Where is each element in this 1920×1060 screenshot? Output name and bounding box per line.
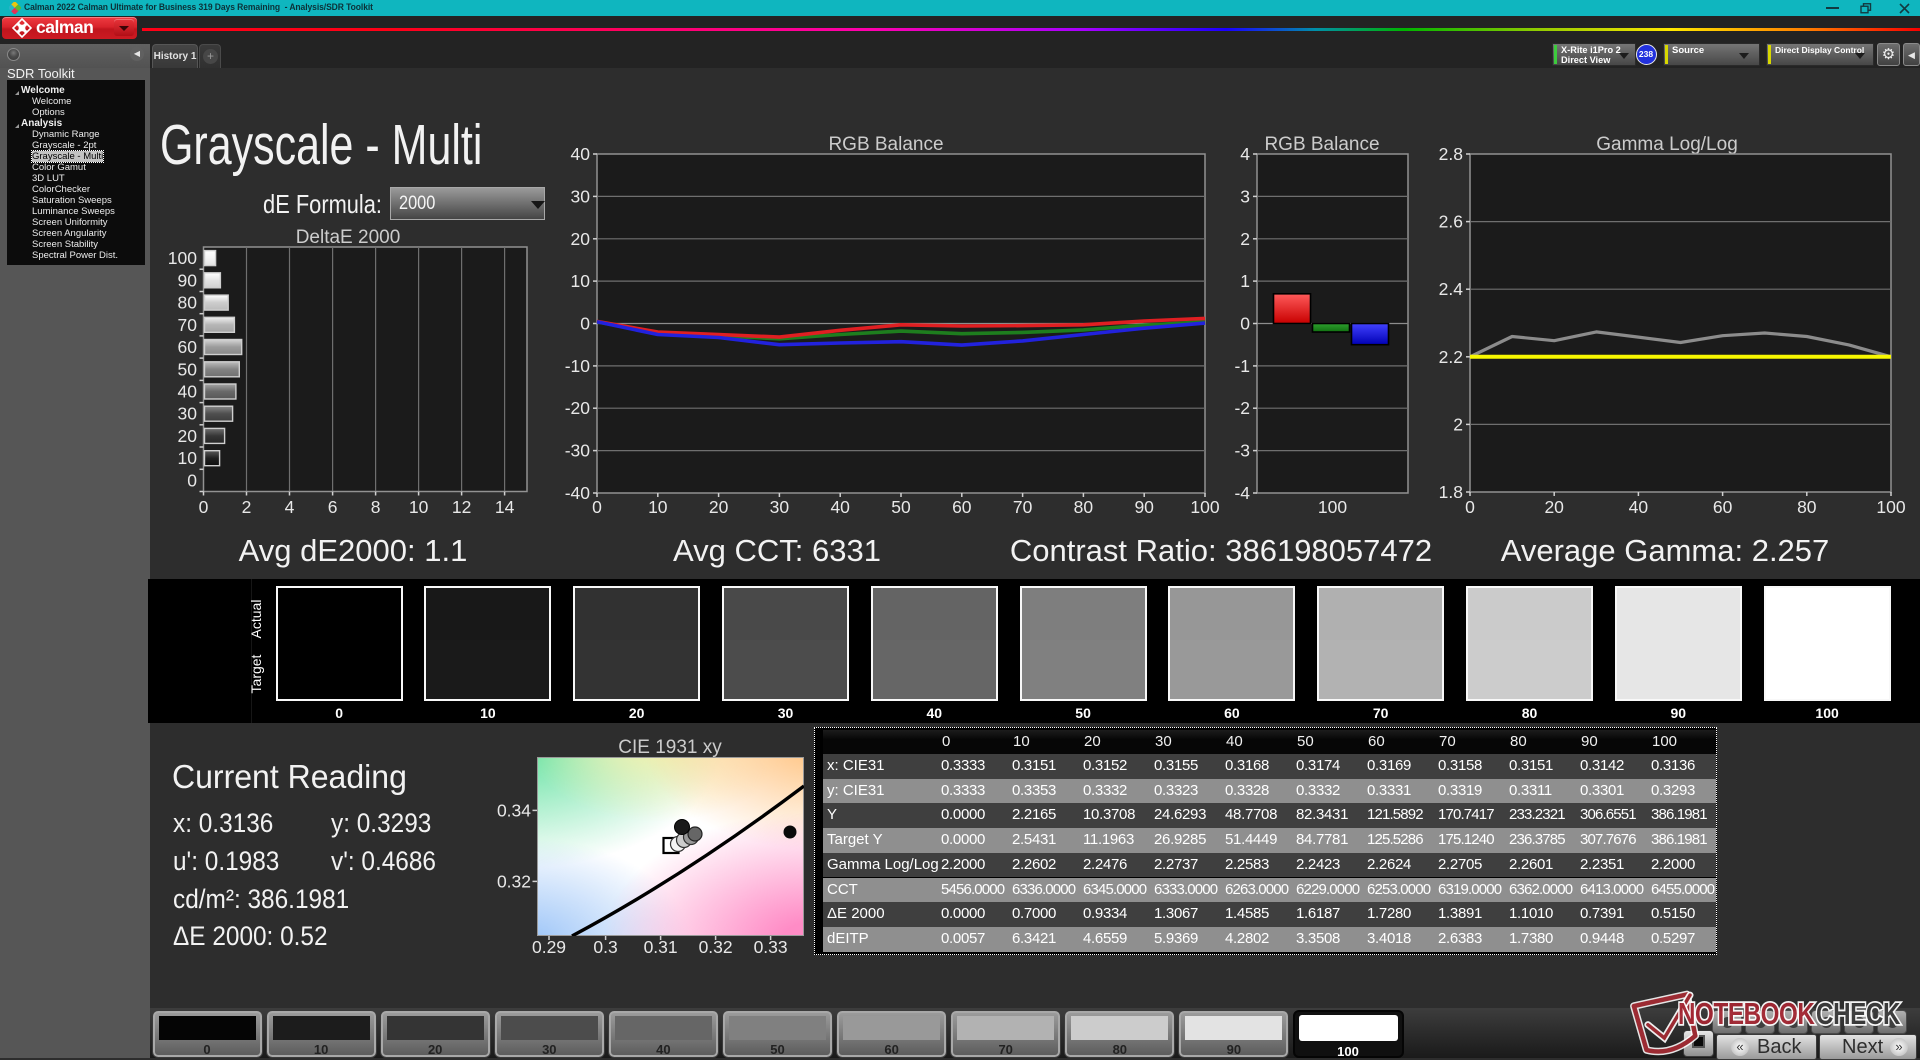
svg-text:20: 20 <box>178 426 198 446</box>
svg-text:40: 40 <box>178 381 198 401</box>
svg-text:12: 12 <box>452 497 471 517</box>
svg-text:10: 10 <box>648 497 668 517</box>
svg-text:0.34: 0.34 <box>497 800 531 820</box>
svg-text:70: 70 <box>1013 497 1033 517</box>
svg-text:50: 50 <box>891 497 911 517</box>
svg-text:30: 30 <box>770 497 790 517</box>
svg-text:CHECK: CHECK <box>1816 996 1900 1031</box>
svg-text:80: 80 <box>1074 497 1094 517</box>
svg-text:DeltaE 2000: DeltaE 2000 <box>296 227 401 248</box>
svg-text:2: 2 <box>1240 229 1250 249</box>
svg-text:2.8: 2.8 <box>1439 144 1463 164</box>
svg-text:0: 0 <box>199 497 209 517</box>
svg-text:RGB Balance: RGB Balance <box>828 134 943 155</box>
svg-text:100: 100 <box>1876 497 1905 517</box>
svg-text:20: 20 <box>1544 497 1564 517</box>
svg-text:30: 30 <box>571 186 591 206</box>
svg-text:10: 10 <box>178 448 198 468</box>
svg-text:2: 2 <box>1453 414 1463 434</box>
svg-text:-1: -1 <box>1234 356 1250 376</box>
svg-text:80: 80 <box>178 293 198 313</box>
svg-text:NOTEBOOK: NOTEBOOK <box>1678 996 1815 1031</box>
svg-text:60: 60 <box>178 337 198 357</box>
svg-text:-3: -3 <box>1234 441 1250 461</box>
svg-text:30: 30 <box>178 404 198 424</box>
svg-text:40: 40 <box>1629 497 1649 517</box>
svg-text:40: 40 <box>830 497 850 517</box>
svg-text:60: 60 <box>952 497 972 517</box>
svg-text:2.2: 2.2 <box>1439 347 1463 367</box>
svg-text:0: 0 <box>1240 314 1250 334</box>
svg-text:2.4: 2.4 <box>1439 279 1464 299</box>
svg-text:Gamma Log/Log: Gamma Log/Log <box>1596 134 1738 155</box>
svg-text:-2: -2 <box>1234 398 1250 418</box>
svg-text:-40: -40 <box>565 483 591 503</box>
svg-text:-20: -20 <box>565 398 591 418</box>
svg-text:0.32: 0.32 <box>497 871 531 891</box>
svg-text:-10: -10 <box>565 356 591 376</box>
svg-text:1.8: 1.8 <box>1439 482 1463 502</box>
svg-text:2.6: 2.6 <box>1439 212 1463 232</box>
svg-text:1: 1 <box>1240 271 1250 291</box>
svg-text:0: 0 <box>580 314 590 334</box>
svg-text:10: 10 <box>571 271 591 291</box>
svg-text:-30: -30 <box>565 441 591 461</box>
svg-text:14: 14 <box>495 497 515 517</box>
svg-text:4: 4 <box>285 497 295 517</box>
svg-text:20: 20 <box>571 229 591 249</box>
svg-text:2: 2 <box>242 497 252 517</box>
svg-text:40: 40 <box>571 144 591 164</box>
svg-text:-4: -4 <box>1234 483 1250 503</box>
svg-text:0: 0 <box>1465 497 1475 517</box>
svg-text:10: 10 <box>409 497 429 517</box>
svg-text:100: 100 <box>1318 497 1347 517</box>
svg-text:3: 3 <box>1240 186 1250 206</box>
svg-text:90: 90 <box>1134 497 1154 517</box>
svg-text:20: 20 <box>709 497 729 517</box>
svg-text:0: 0 <box>592 497 602 517</box>
svg-text:70: 70 <box>178 315 198 335</box>
svg-text:0: 0 <box>187 470 197 490</box>
svg-text:60: 60 <box>1713 497 1733 517</box>
svg-text:50: 50 <box>178 359 198 379</box>
svg-text:100: 100 <box>168 248 197 268</box>
svg-text:8: 8 <box>371 497 381 517</box>
svg-text:6: 6 <box>328 497 338 517</box>
svg-text:100: 100 <box>1190 497 1219 517</box>
svg-text:4: 4 <box>1240 144 1250 164</box>
svg-text:90: 90 <box>178 270 198 290</box>
svg-text:80: 80 <box>1797 497 1817 517</box>
svg-text:RGB Balance: RGB Balance <box>1264 134 1379 155</box>
